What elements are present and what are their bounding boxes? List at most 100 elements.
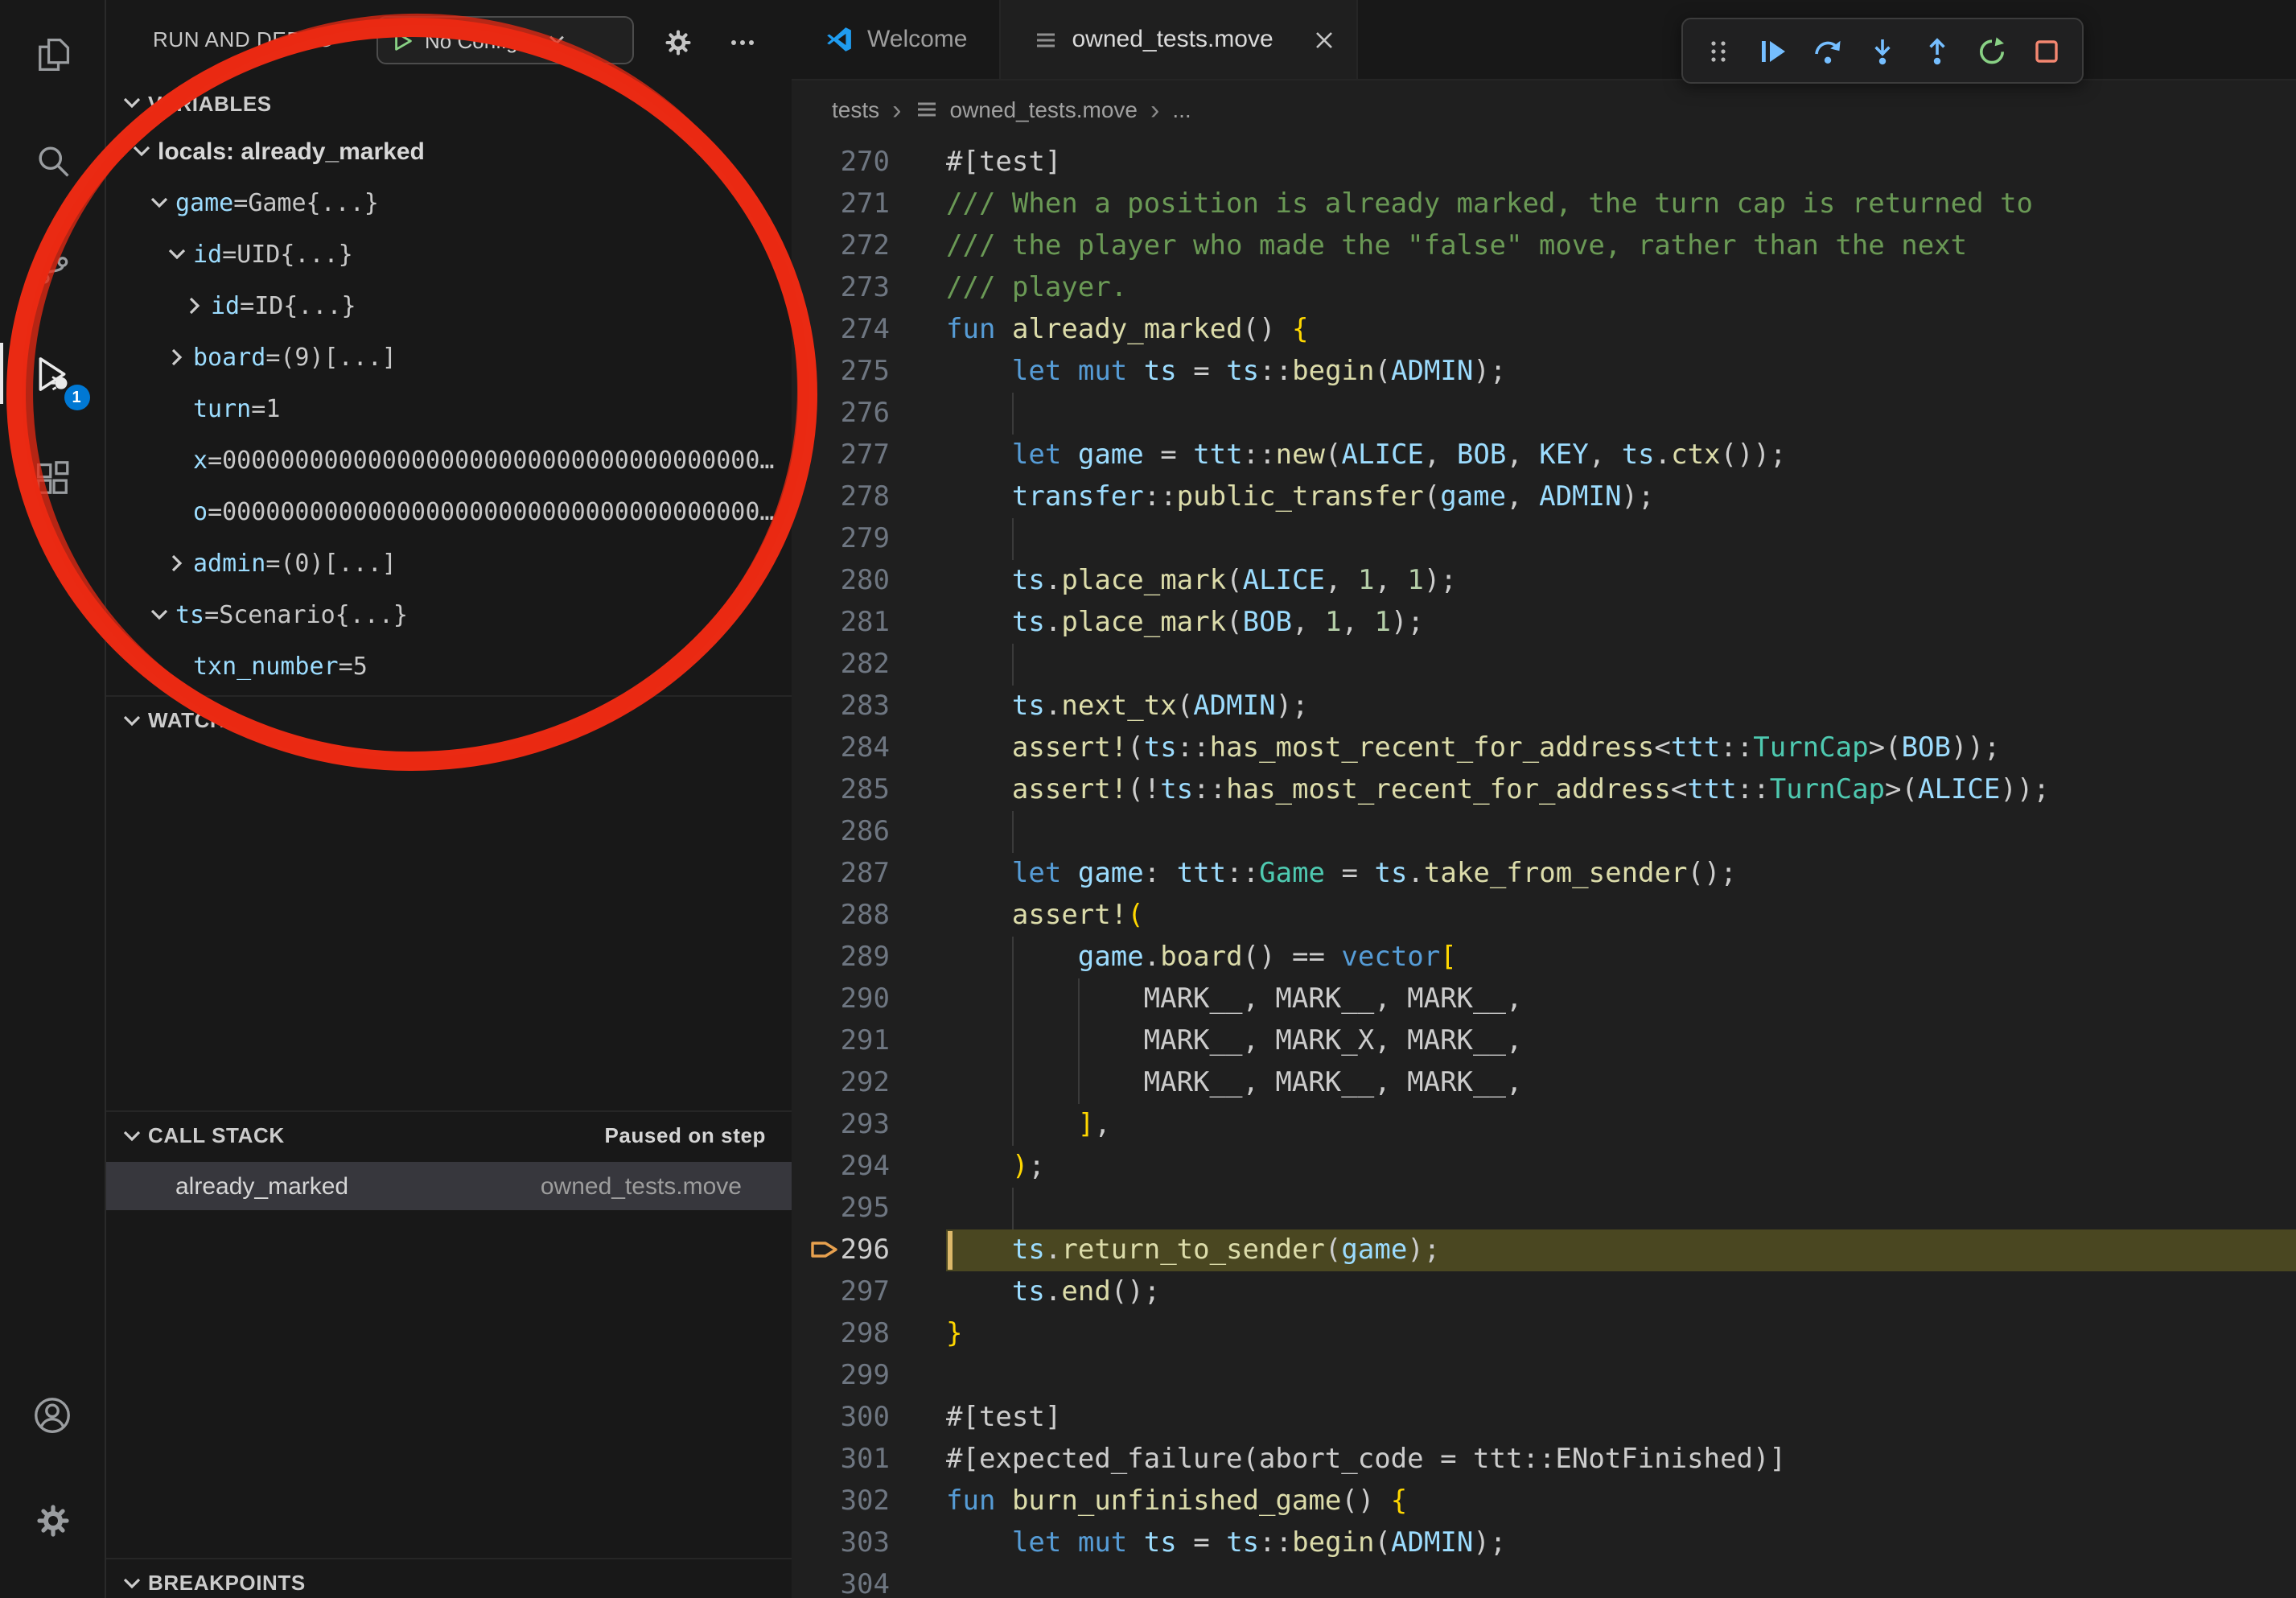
- line-number[interactable]: 293: [841, 1104, 890, 1146]
- chevron-down-icon[interactable]: [116, 1122, 148, 1148]
- line-number[interactable]: 298: [841, 1313, 890, 1355]
- continue-button[interactable]: [1746, 23, 1800, 78]
- line-number[interactable]: 271: [841, 183, 890, 225]
- code-line[interactable]: 292 MARK__, MARK__, MARK__,: [792, 1062, 2296, 1104]
- code-line[interactable]: 288 assert!(: [792, 895, 2296, 937]
- chevron-down-icon[interactable]: [143, 190, 175, 216]
- variable-row[interactable]: admin = (0)[...]: [106, 537, 792, 589]
- variable-row[interactable]: x = 000000000000000000000000000000000000…: [106, 435, 792, 486]
- line-number[interactable]: 270: [841, 142, 890, 183]
- stop-button[interactable]: [2019, 23, 2074, 78]
- chevron-right-icon[interactable]: [161, 344, 193, 370]
- chevron-right-icon[interactable]: [161, 550, 193, 576]
- variable-row[interactable]: id = ID{...}: [106, 280, 792, 332]
- activity-item-settings[interactable]: [14, 1482, 91, 1559]
- line-number[interactable]: 286: [841, 811, 890, 853]
- code-line[interactable]: 279: [792, 518, 2296, 560]
- line-number[interactable]: 297: [841, 1271, 890, 1313]
- restart-button[interactable]: [1965, 23, 2019, 78]
- code-line[interactable]: 284 assert!(ts::has_most_recent_for_addr…: [792, 727, 2296, 769]
- activity-item-search[interactable]: [14, 122, 91, 200]
- code-line[interactable]: 276: [792, 393, 2296, 435]
- watch-section-header[interactable]: WATCH: [106, 695, 792, 743]
- code-line[interactable]: 283 ts.next_tx(ADMIN);: [792, 686, 2296, 727]
- activity-item-explorer[interactable]: [14, 16, 91, 93]
- chevron-down-icon[interactable]: [161, 241, 193, 267]
- config-dropdown[interactable]: No Configur: [425, 28, 537, 52]
- line-number[interactable]: 288: [841, 895, 890, 937]
- code-line[interactable]: 278 transfer::public_transfer(game, ADMI…: [792, 476, 2296, 518]
- line-number[interactable]: 291: [841, 1020, 890, 1062]
- code-line[interactable]: 301#[expected_failure(abort_code = ttt::…: [792, 1439, 2296, 1481]
- line-number[interactable]: 299: [841, 1355, 890, 1397]
- line-number[interactable]: 303: [841, 1522, 890, 1564]
- line-number[interactable]: 276: [841, 393, 890, 435]
- code-line[interactable]: 282: [792, 644, 2296, 686]
- debug-config-bar[interactable]: No Configur: [376, 16, 634, 64]
- variable-row[interactable]: txn_number = 5: [106, 640, 792, 692]
- line-number[interactable]: 278: [841, 476, 890, 518]
- line-number[interactable]: 277: [841, 435, 890, 476]
- line-number[interactable]: 302: [841, 1481, 890, 1522]
- line-number[interactable]: 289: [841, 937, 890, 978]
- variable-row[interactable]: id = UID{...}: [106, 229, 792, 280]
- code-line[interactable]: 289 game.board() == vector[: [792, 937, 2296, 978]
- chevron-down-icon[interactable]: [116, 1570, 148, 1596]
- activity-item-source-control[interactable]: [14, 229, 91, 306]
- code-line[interactable]: 299: [792, 1355, 2296, 1397]
- line-number[interactable]: 301: [841, 1439, 890, 1481]
- code-line[interactable]: 285 assert!(!ts::has_most_recent_for_add…: [792, 769, 2296, 811]
- line-number[interactable]: 274: [841, 309, 890, 351]
- code-line[interactable]: 273/// player.: [792, 267, 2296, 309]
- line-number[interactable]: 295: [841, 1188, 890, 1229]
- code-line[interactable]: 275 let mut ts = ts::begin(ADMIN);: [792, 351, 2296, 393]
- code-line[interactable]: 270#[test]: [792, 142, 2296, 183]
- tab-welcome[interactable]: Welcome: [792, 0, 1002, 79]
- step-over-button[interactable]: [1800, 23, 1855, 78]
- code-line[interactable]: 296 ts.return_to_sender(game);: [792, 1229, 2296, 1271]
- code-line[interactable]: 272/// the player who made the "false" m…: [792, 225, 2296, 267]
- code-line[interactable]: 295: [792, 1188, 2296, 1229]
- variable-row[interactable]: game = Game{...}: [106, 177, 792, 229]
- code-line[interactable]: 298}: [792, 1313, 2296, 1355]
- line-number[interactable]: 279: [841, 518, 890, 560]
- line-number[interactable]: 275: [841, 351, 890, 393]
- line-number[interactable]: 294: [841, 1146, 890, 1188]
- breadcrumb-item[interactable]: tests: [832, 97, 879, 122]
- chevron-down-icon[interactable]: [125, 138, 158, 164]
- activity-item-account[interactable]: [14, 1376, 91, 1453]
- variable-row[interactable]: ts = Scenario{...}: [106, 589, 792, 640]
- code-line[interactable]: 300#[test]: [792, 1397, 2296, 1439]
- line-number[interactable]: 281: [841, 602, 890, 644]
- chevron-down-icon[interactable]: [116, 90, 148, 116]
- code-line[interactable]: 287 let game: ttt::Game = ts.take_from_s…: [792, 853, 2296, 895]
- close-icon[interactable]: [1312, 27, 1338, 52]
- code-line[interactable]: 290 MARK__, MARK__, MARK__,: [792, 978, 2296, 1020]
- line-number[interactable]: 284: [841, 727, 890, 769]
- activity-item-run-and-debug[interactable]: 1: [14, 335, 91, 412]
- code-line[interactable]: 271/// When a position is already marked…: [792, 183, 2296, 225]
- activity-item-extensions[interactable]: [14, 441, 91, 518]
- code-line[interactable]: 293 ],: [792, 1104, 2296, 1146]
- stack-frame-row[interactable]: already_markedowned_tests.move: [106, 1162, 792, 1210]
- code-line[interactable]: 291 MARK__, MARK_X, MARK__,: [792, 1020, 2296, 1062]
- code-line[interactable]: 277 let game = ttt::new(ALICE, BOB, KEY,…: [792, 435, 2296, 476]
- line-number[interactable]: 296: [841, 1229, 890, 1271]
- line-number[interactable]: 285: [841, 769, 890, 811]
- breakpoints-section-header[interactable]: BREAKPOINTS: [106, 1558, 792, 1598]
- code-line[interactable]: 297 ts.end();: [792, 1271, 2296, 1313]
- line-number[interactable]: 273: [841, 267, 890, 309]
- chevron-right-icon[interactable]: [179, 293, 211, 319]
- drag-handle-button[interactable]: [1691, 23, 1746, 78]
- variable-row[interactable]: o = 000000000000000000000000000000000000…: [106, 486, 792, 537]
- line-number[interactable]: 282: [841, 644, 890, 686]
- more-actions-icon[interactable]: [721, 21, 763, 63]
- scope-row[interactable]: locals: already_marked: [106, 126, 792, 177]
- step-into-button[interactable]: [1855, 23, 1910, 78]
- line-number[interactable]: 287: [841, 853, 890, 895]
- code-line[interactable]: 274fun already_marked() {: [792, 309, 2296, 351]
- breadcrumb-item[interactable]: ...: [1172, 97, 1191, 122]
- line-number[interactable]: 272: [841, 225, 890, 267]
- chevron-down-icon[interactable]: [143, 602, 175, 628]
- line-number[interactable]: 290: [841, 978, 890, 1020]
